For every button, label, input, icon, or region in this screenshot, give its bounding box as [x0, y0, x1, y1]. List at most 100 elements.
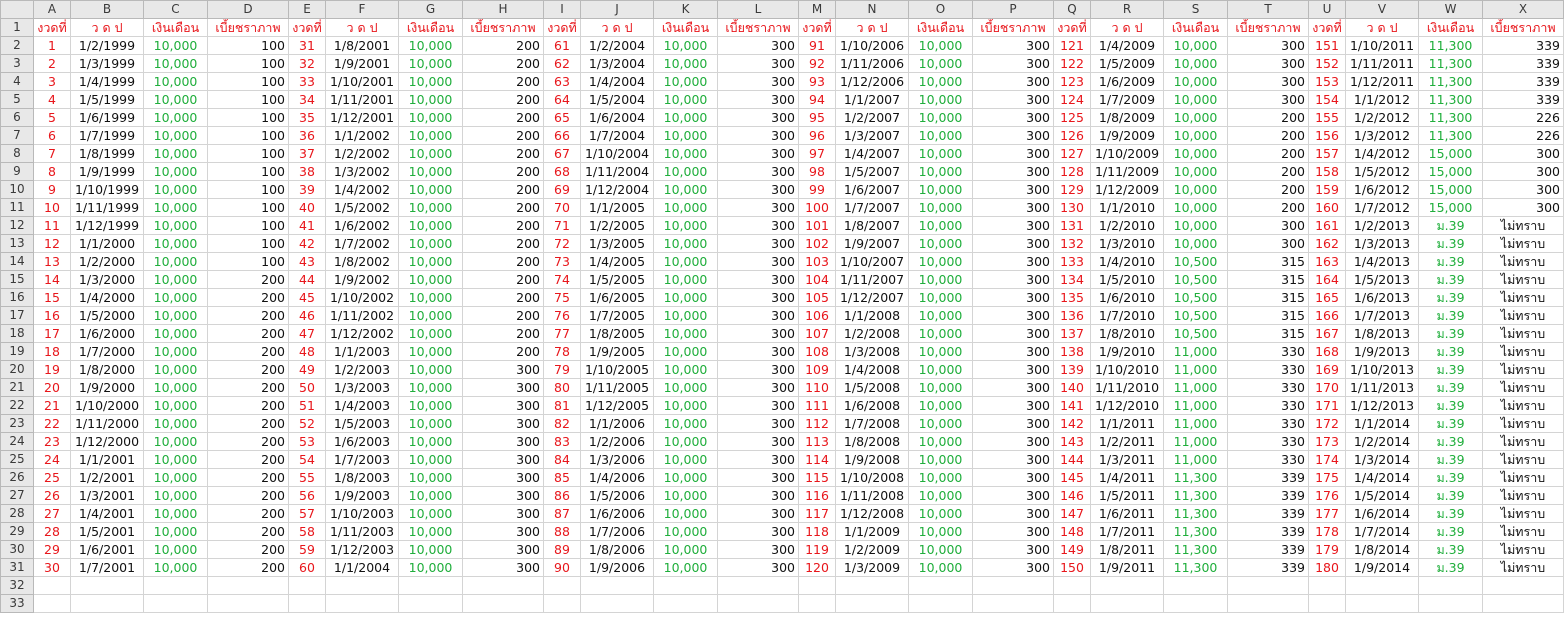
cell[interactable]: 1/2/2002 [325, 144, 399, 163]
cell[interactable]: 1/1/2000 [70, 234, 144, 253]
cell[interactable]: 10,000 [398, 468, 463, 487]
empty-cell[interactable] [1482, 576, 1564, 595]
cell[interactable]: 178 [1308, 522, 1346, 541]
cell[interactable]: 1/11/2005 [580, 378, 654, 397]
cell[interactable]: 1/10/2007 [835, 252, 909, 271]
cell[interactable]: 300 [972, 360, 1054, 379]
cell[interactable]: 11,000 [1163, 342, 1228, 361]
cell[interactable]: ไม่ทราบ [1482, 360, 1564, 379]
cell[interactable]: 10,000 [653, 216, 718, 235]
cell[interactable]: 1/5/2007 [835, 162, 909, 181]
cell[interactable]: 132 [1053, 234, 1091, 253]
cell[interactable]: 10,000 [908, 54, 973, 73]
cell[interactable]: 10,000 [653, 126, 718, 145]
cell[interactable]: 10,000 [653, 378, 718, 397]
cell[interactable]: 11,300 [1418, 126, 1483, 145]
cell[interactable]: 10,000 [653, 108, 718, 127]
cell[interactable]: 10,500 [1163, 270, 1228, 289]
cell[interactable]: 11,300 [1163, 522, 1228, 541]
cell[interactable]: 10,000 [1163, 198, 1228, 217]
cell[interactable]: 200 [462, 306, 544, 325]
cell[interactable]: 1/11/2009 [1090, 162, 1164, 181]
cell[interactable]: 10,000 [143, 144, 208, 163]
cell[interactable]: 1/11/2004 [580, 162, 654, 181]
cell[interactable]: 122 [1053, 54, 1091, 73]
cell[interactable]: 1/8/2008 [835, 432, 909, 451]
empty-cell[interactable] [1227, 576, 1309, 595]
cell[interactable]: 141 [1053, 396, 1091, 415]
cell[interactable]: 300 [717, 144, 799, 163]
cell[interactable]: 1/1/2010 [1090, 198, 1164, 217]
cell[interactable]: 155 [1308, 108, 1346, 127]
cell[interactable]: 1/2/2004 [580, 36, 654, 55]
cell[interactable]: 77 [543, 324, 581, 343]
cell[interactable]: 11,300 [1163, 558, 1228, 577]
empty-cell[interactable] [972, 576, 1054, 595]
cell[interactable]: 140 [1053, 378, 1091, 397]
cell[interactable]: 1/7/2000 [70, 342, 144, 361]
cell[interactable]: 1/4/2008 [835, 360, 909, 379]
cell[interactable]: 10,000 [908, 396, 973, 415]
cell[interactable]: 300 [462, 378, 544, 397]
cell[interactable]: 1/7/2006 [580, 522, 654, 541]
row-header[interactable]: 29 [0, 522, 34, 541]
header-cell[interactable]: งวดที่ [543, 18, 581, 37]
cell[interactable]: 10,000 [398, 486, 463, 505]
cell[interactable]: 10,000 [1163, 108, 1228, 127]
cell[interactable]: 1 [33, 36, 71, 55]
cell[interactable]: 120 [798, 558, 836, 577]
empty-cell[interactable] [1418, 594, 1483, 613]
row-header[interactable]: 25 [0, 450, 34, 469]
cell[interactable]: 131 [1053, 216, 1091, 235]
cell[interactable]: 10,000 [908, 432, 973, 451]
cell[interactable]: 300 [462, 360, 544, 379]
cell[interactable]: 300 [1227, 54, 1309, 73]
cell[interactable]: 1/7/2008 [835, 414, 909, 433]
cell[interactable]: 200 [462, 270, 544, 289]
cell[interactable]: 10,000 [143, 180, 208, 199]
cell[interactable]: 10,000 [143, 198, 208, 217]
cell[interactable]: 35 [288, 108, 326, 127]
cell[interactable]: 1/5/1999 [70, 90, 144, 109]
cell[interactable]: 10,000 [908, 378, 973, 397]
cell[interactable]: 70 [543, 198, 581, 217]
cell[interactable]: 200 [207, 324, 289, 343]
empty-cell[interactable] [1227, 594, 1309, 613]
row-header[interactable]: 10 [0, 180, 34, 199]
row-header[interactable]: 1 [0, 18, 34, 37]
cell[interactable]: 167 [1308, 324, 1346, 343]
cell[interactable]: 200 [207, 360, 289, 379]
cell[interactable]: 128 [1053, 162, 1091, 181]
row-header[interactable]: 7 [0, 126, 34, 145]
cell[interactable]: 200 [207, 522, 289, 541]
cell[interactable]: 1/6/2008 [835, 396, 909, 415]
cell[interactable]: 10,000 [908, 288, 973, 307]
column-header-h[interactable]: H [462, 0, 544, 19]
cell[interactable]: 10,000 [1163, 36, 1228, 55]
cell[interactable]: 300 [972, 468, 1054, 487]
cell[interactable]: 81 [543, 396, 581, 415]
cell[interactable]: 151 [1308, 36, 1346, 55]
cell[interactable]: 10,000 [653, 288, 718, 307]
cell[interactable]: 1/10/2002 [325, 288, 399, 307]
cell[interactable]: 1/7/2009 [1090, 90, 1164, 109]
cell[interactable]: 1/8/2001 [325, 36, 399, 55]
cell[interactable]: 10,000 [653, 432, 718, 451]
cell[interactable]: 1/8/2009 [1090, 108, 1164, 127]
cell[interactable]: 300 [717, 522, 799, 541]
cell[interactable]: 10,000 [908, 216, 973, 235]
cell[interactable]: 1/5/2008 [835, 378, 909, 397]
cell[interactable]: 1/4/2012 [1345, 144, 1419, 163]
cell[interactable]: 100 [207, 252, 289, 271]
cell[interactable]: ม.39 [1418, 378, 1483, 397]
cell[interactable]: 1/2/2006 [580, 432, 654, 451]
cell[interactable]: 100 [207, 162, 289, 181]
cell[interactable]: 176 [1308, 486, 1346, 505]
cell[interactable]: 133 [1053, 252, 1091, 271]
cell[interactable]: 1/2/2007 [835, 108, 909, 127]
cell[interactable]: ไม่ทราบ [1482, 216, 1564, 235]
cell[interactable]: 125 [1053, 108, 1091, 127]
cell[interactable]: 10,000 [143, 306, 208, 325]
cell[interactable]: 1/9/2007 [835, 234, 909, 253]
cell[interactable]: 1/12/2010 [1090, 396, 1164, 415]
